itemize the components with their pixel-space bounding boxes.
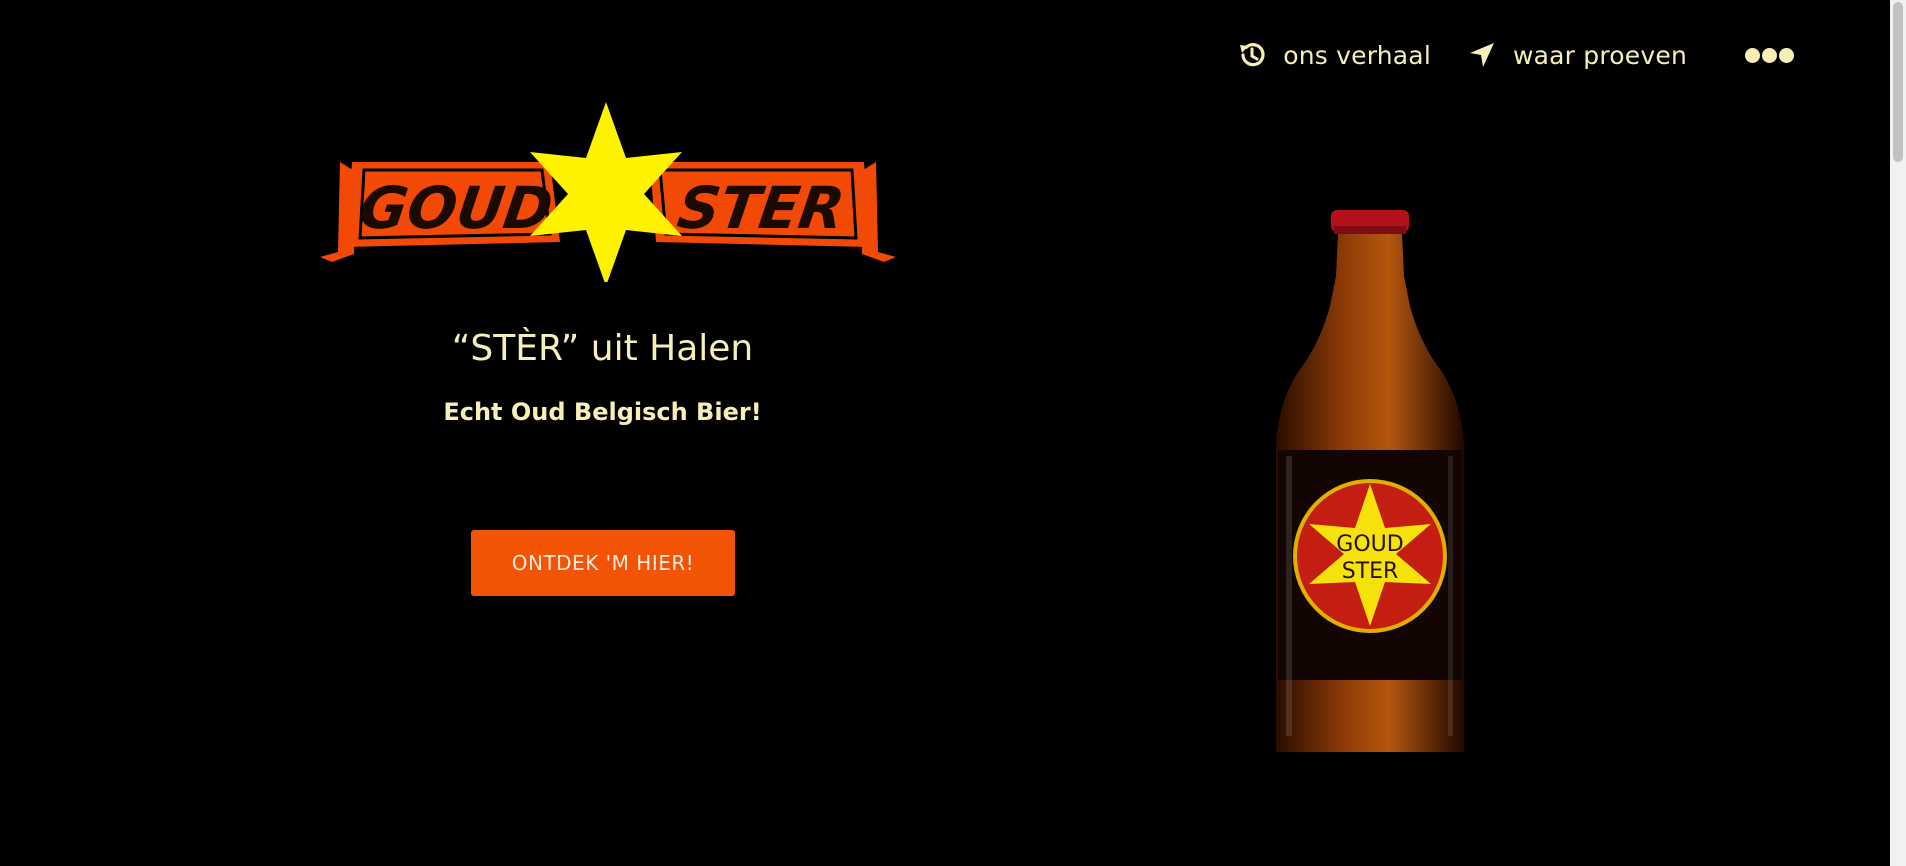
scrollbar-thumb[interactable] [1893, 2, 1903, 162]
more-dots-icon [1745, 47, 1760, 63]
goudster-logo: GOUD STER [320, 102, 896, 282]
logo-word-goud: GOUD [355, 174, 557, 242]
hero-title: “STÈR” uit Halen [451, 328, 754, 369]
history-icon [1237, 40, 1267, 70]
bottle-label-goud: GOUD [1336, 532, 1403, 557]
hero-subtitle: Echt Oud Belgisch Bier! [443, 398, 762, 426]
discover-button[interactable]: ONTDEK 'M HIER! [471, 530, 735, 596]
more-menu-button[interactable] [1745, 47, 1796, 63]
logo-word-ster: STER [674, 174, 849, 242]
location-arrow-icon [1467, 40, 1497, 70]
nav-item-waar-proeven[interactable]: waar proeven [1467, 40, 1687, 70]
nav-item-label: ons verhaal [1283, 40, 1431, 70]
bottle-label-ster: STER [1342, 559, 1399, 584]
nav-item-ons-verhaal[interactable]: ons verhaal [1237, 40, 1431, 70]
top-nav: ons verhaal waar proeven [1201, 40, 1796, 70]
page-scrollbar[interactable] [1890, 0, 1906, 866]
beer-bottle-image: GOUD STER [1276, 210, 1464, 752]
nav-item-label: waar proeven [1512, 40, 1687, 70]
